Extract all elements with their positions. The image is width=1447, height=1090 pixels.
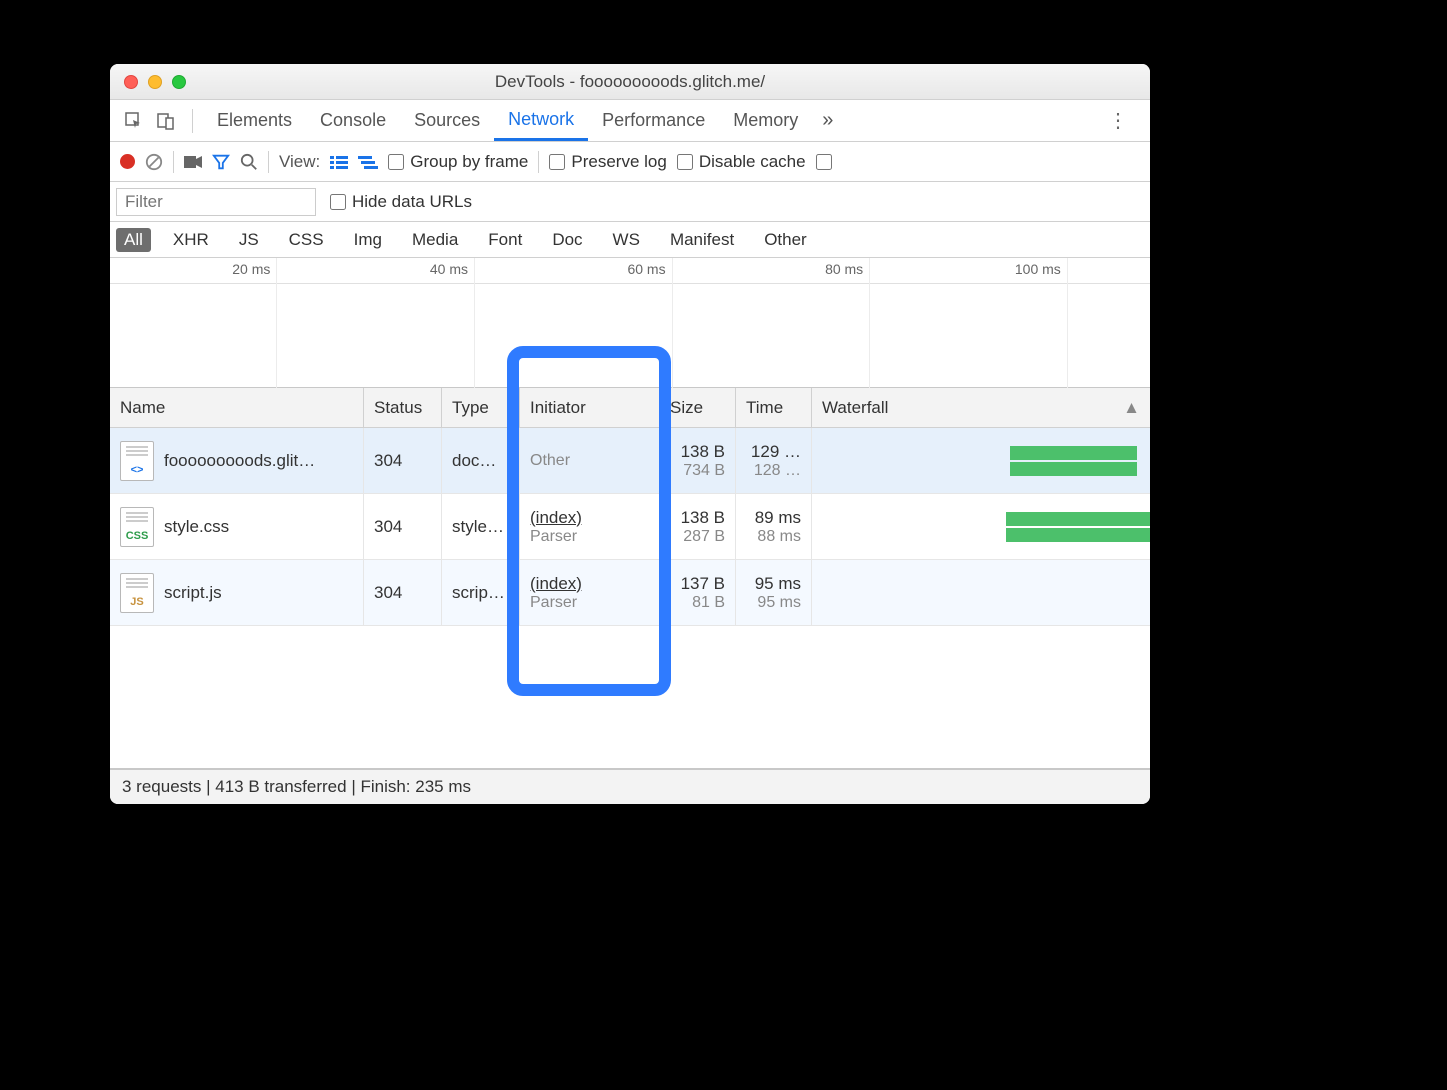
search-icon[interactable] xyxy=(240,153,258,171)
cell-size: 138 B287 B xyxy=(660,494,736,559)
doc-file-icon: <> xyxy=(120,441,154,481)
cell-type: scrip… xyxy=(442,560,520,625)
column-initiator[interactable]: Initiator xyxy=(520,388,660,427)
type-filter-other[interactable]: Other xyxy=(756,228,815,252)
cell-time: 89 ms88 ms xyxy=(736,494,812,559)
offline-checkbox[interactable] xyxy=(816,154,836,170)
initiator-link[interactable]: (index) xyxy=(530,574,582,593)
clear-icon[interactable] xyxy=(145,153,163,171)
table-header: NameStatusTypeInitiatorSizeTimeWaterfall… xyxy=(110,388,1150,428)
filter-input[interactable] xyxy=(116,188,316,216)
column-name[interactable]: Name xyxy=(110,388,364,427)
column-size[interactable]: Size xyxy=(660,388,736,427)
tab-memory[interactable]: Memory xyxy=(719,100,812,141)
type-filter-xhr[interactable]: XHR xyxy=(165,228,217,252)
titlebar: DevTools - fooooooooods.glitch.me/ xyxy=(110,64,1150,100)
table-row[interactable]: CSSstyle.css304style…(index)Parser138 B2… xyxy=(110,494,1150,560)
type-filter-manifest[interactable]: Manifest xyxy=(662,228,742,252)
separator xyxy=(173,151,174,173)
table-body: <>fooooooooods.glit…304doc…Other138 B734… xyxy=(110,428,1150,626)
cell-initiator: Other xyxy=(520,428,660,493)
hide-data-urls-label: Hide data URLs xyxy=(352,192,472,212)
cell-status: 304 xyxy=(364,428,442,493)
panel-tabs: ElementsConsoleSourcesNetworkPerformance… xyxy=(110,100,1150,142)
disable-cache-label: Disable cache xyxy=(699,152,806,172)
column-time[interactable]: Time xyxy=(736,388,812,427)
overview-icon[interactable] xyxy=(358,155,378,169)
timeline-overview[interactable]: 20 ms40 ms60 ms80 ms100 ms xyxy=(110,258,1150,388)
type-filter-js[interactable]: JS xyxy=(231,228,267,252)
hide-data-urls-checkbox[interactable]: Hide data URLs xyxy=(330,192,472,212)
device-icon[interactable] xyxy=(156,111,176,131)
css-file-icon: CSS xyxy=(120,507,154,547)
cell-initiator: (index)Parser xyxy=(520,560,660,625)
tab-sources[interactable]: Sources xyxy=(400,100,494,141)
waterfall-bar xyxy=(1006,512,1149,526)
cell-waterfall xyxy=(812,560,1150,625)
more-menu-icon[interactable]: ⋮ xyxy=(1094,108,1142,133)
cell-size: 138 B734 B xyxy=(660,428,736,493)
column-waterfall[interactable]: Waterfall▲ xyxy=(812,388,1150,427)
type-filter-media[interactable]: Media xyxy=(404,228,466,252)
network-toolbar: View: Group by frame Preserve log Disabl… xyxy=(110,142,1150,182)
cell-status: 304 xyxy=(364,494,442,559)
table-row[interactable]: <> fooooooooods.glit… 304doc…Other138 B734… xyxy=(110,428,1150,494)
window-title: DevTools - fooooooooods.glitch.me/ xyxy=(110,72,1150,92)
tab-elements[interactable]: Elements xyxy=(203,100,306,141)
devtools-window: DevTools - fooooooooods.glitch.me/ Eleme… xyxy=(110,64,1150,804)
separator xyxy=(538,151,539,173)
type-filter-all[interactable]: All xyxy=(116,228,151,252)
type-filter-ws[interactable]: WS xyxy=(605,228,648,252)
tabs-overflow-icon[interactable]: » xyxy=(812,109,843,132)
initiator-sub: Parser xyxy=(530,594,649,612)
cell-type: style… xyxy=(442,494,520,559)
cell-name: CSS style.css xyxy=(110,494,364,559)
tab-performance[interactable]: Performance xyxy=(588,100,719,141)
cell-time: 95 ms95 ms xyxy=(736,560,812,625)
camera-icon[interactable] xyxy=(184,155,202,169)
inspect-icon[interactable] xyxy=(124,111,144,131)
cell-waterfall xyxy=(812,494,1150,559)
waterfall-bar xyxy=(1010,446,1137,460)
separator xyxy=(268,151,269,173)
preserve-log-label: Preserve log xyxy=(571,152,666,172)
sort-icon: ▲ xyxy=(1123,398,1140,418)
cell-name: <> fooooooooods.glit… xyxy=(110,428,364,493)
cell-size: 137 B81 B xyxy=(660,560,736,625)
separator xyxy=(192,109,193,133)
column-type[interactable]: Type xyxy=(442,388,520,427)
filter-bar: Hide data URLs xyxy=(110,182,1150,222)
cell-waterfall xyxy=(812,428,1150,493)
request-name: script.js xyxy=(164,583,222,603)
view-label: View: xyxy=(279,152,320,172)
summary-bar: 3 requests | 413 B transferred | Finish:… xyxy=(110,768,1150,804)
large-rows-icon[interactable] xyxy=(330,155,348,169)
initiator-link[interactable]: (index) xyxy=(530,508,582,527)
filter-icon[interactable] xyxy=(212,153,230,171)
cell-initiator: (index)Parser xyxy=(520,494,660,559)
cell-type: doc… xyxy=(442,428,520,493)
cell-time: 129 …128 … xyxy=(736,428,812,493)
tab-console[interactable]: Console xyxy=(306,100,400,141)
requests-table: NameStatusTypeInitiatorSizeTimeWaterfall… xyxy=(110,388,1150,768)
type-filter-font[interactable]: Font xyxy=(480,228,530,252)
preserve-log-checkbox[interactable]: Preserve log xyxy=(549,152,666,172)
disable-cache-checkbox[interactable]: Disable cache xyxy=(677,152,806,172)
request-name: fooooooooods.glit… xyxy=(164,451,315,471)
initiator-sub: Parser xyxy=(530,528,649,546)
type-filter-doc[interactable]: Doc xyxy=(544,228,590,252)
type-filters: All XHR JS CSS Img Media Font Doc WS Manifest Othe… xyxy=(110,222,1150,258)
group-by-frame-checkbox[interactable]: Group by frame xyxy=(388,152,528,172)
js-file-icon: JS xyxy=(120,573,154,613)
type-filter-css[interactable]: CSS xyxy=(281,228,332,252)
tab-network[interactable]: Network xyxy=(494,100,588,141)
cell-name: JS script.js xyxy=(110,560,364,625)
group-by-frame-label: Group by frame xyxy=(410,152,528,172)
type-filter-img[interactable]: Img xyxy=(346,228,390,252)
cell-status: 304 xyxy=(364,560,442,625)
record-button[interactable] xyxy=(120,154,135,169)
column-status[interactable]: Status xyxy=(364,388,442,427)
table-row[interactable]: JSscript.js304scrip…(index)Parser137 B81… xyxy=(110,560,1150,626)
request-name: style.css xyxy=(164,517,229,537)
